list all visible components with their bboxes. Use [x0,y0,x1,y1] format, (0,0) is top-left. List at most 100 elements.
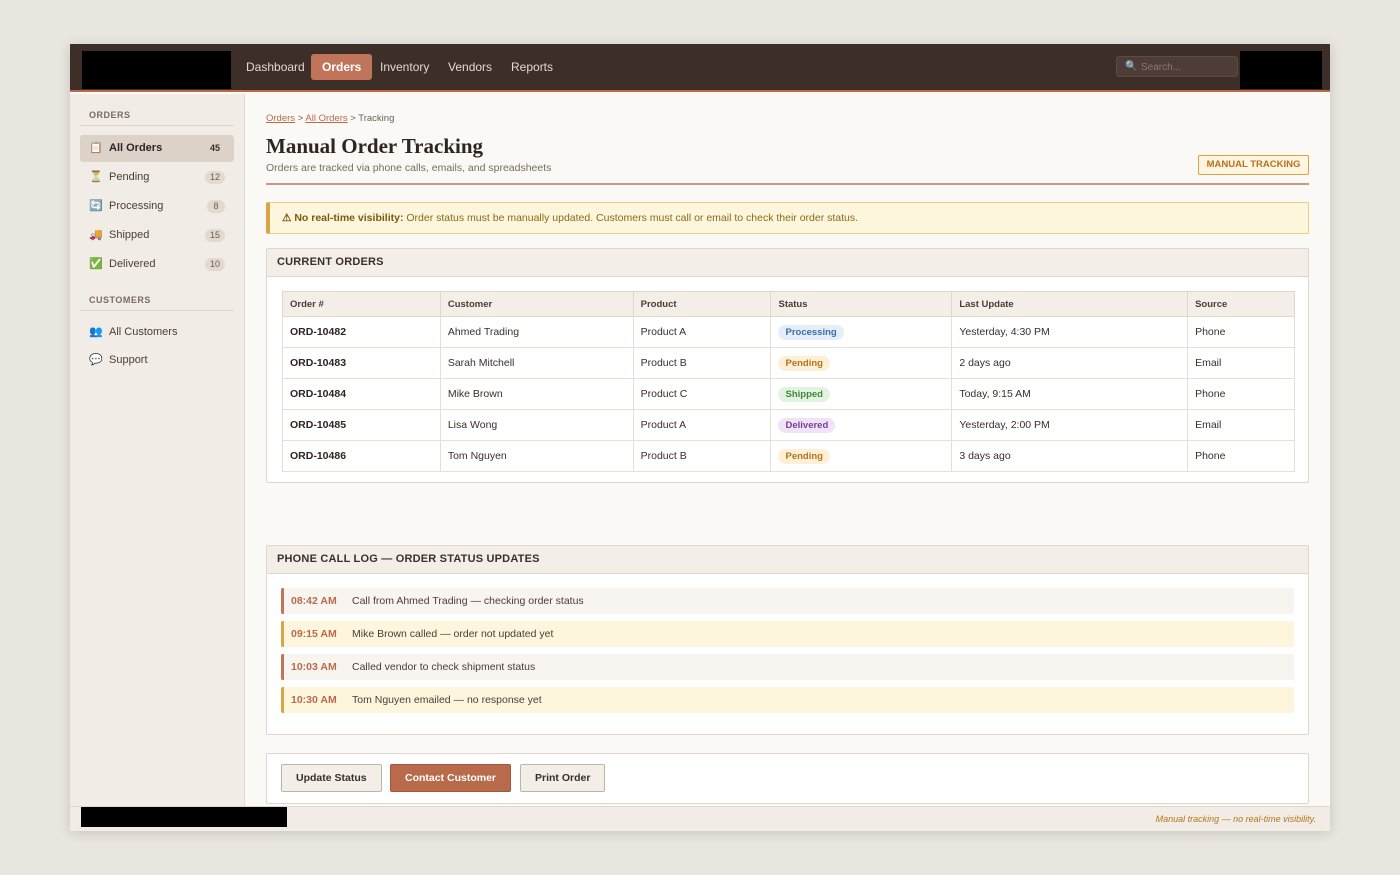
order-number[interactable]: ORD-10486 [282,440,441,472]
table-row[interactable]: ORD-10486 Tom Nguyen Product B Pending 3… [282,440,1295,472]
table-row[interactable]: ORD-10484 Mike Brown Product C Shipped T… [282,378,1295,410]
sidebar-item-processing[interactable]: 🔄 Processing 8 [80,193,234,220]
order-number[interactable]: ORD-10482 [282,316,441,348]
nav-inventory[interactable]: Inventory [369,54,440,80]
customer-cell: Lisa Wong [439,409,634,441]
redacted-footer-text [81,807,287,827]
status-badge: Pending [778,448,830,464]
table-row[interactable]: ORD-10485 Lisa Wong Product A Delivered … [282,409,1295,441]
sidebar-divider [80,125,234,126]
title-divider [266,183,1309,185]
sidebar-item-shipped[interactable]: 🚚 Shipped 15 [80,222,234,249]
source-cell: Email [1187,347,1295,379]
source-cell: Phone [1187,316,1295,348]
sidebar-item-pending[interactable]: ⏳ Pending 12 [80,164,234,191]
search-input[interactable] [1141,60,1233,74]
warning-text: Order status must be manually updated. C… [403,212,859,224]
order-number[interactable]: ORD-10485 [282,409,441,441]
column-header[interactable]: Customer [439,291,634,317]
status-badge: Pending [778,355,830,371]
source-cell: Phone [1187,440,1295,472]
log-time: 08:42 AM [291,595,337,607]
last-update-cell: 3 days ago [951,440,1189,472]
actions-panel: Update Status Contact Customer Print Ord… [266,753,1309,804]
column-header[interactable]: Order # [282,291,441,317]
breadcrumb-all-orders-link[interactable]: All Orders [305,113,347,124]
warning-title: ⚠ No real-time visibility: [282,212,404,224]
status-cell: Processing [770,316,953,348]
last-update-cell: Yesterday, 4:30 PM [951,316,1189,348]
top-navigation-bar: Dashboard Orders Inventory Vendors Repor… [70,44,1330,92]
check-box-icon: ✅ [89,258,103,270]
footer-note: Manual tracking — no real-time visibilit… [1155,814,1316,824]
status-cell: Shipped [770,378,953,410]
log-time: 10:30 AM [291,694,337,706]
sidebar-item-all-customers[interactable]: 👥 All Customers [80,319,234,346]
sidebar-item-count: 10 [204,258,225,271]
customer-cell: Sarah Mitchell [439,347,634,379]
update-status-button[interactable]: Update Status [281,764,382,792]
order-number[interactable]: ORD-10483 [282,347,441,379]
sidebar-item-delivered[interactable]: ✅ Delivered 10 [80,251,234,278]
clipboard-icon: 📋 [89,142,103,154]
product-cell: Product A [632,316,772,348]
log-time: 10:03 AM [291,661,337,673]
sidebar-item-label: Delivered [109,258,156,270]
sidebar-heading-orders: ORDERS [89,110,131,120]
sidebar-item-label: Processing [109,200,164,212]
breadcrumb-separator: > [297,113,304,124]
hourglass-icon: ⏳ [89,171,103,183]
log-entry: 10:30 AM Tom Nguyen emailed — no respons… [281,687,1294,713]
log-message: Called vendor to check shipment status [352,661,536,673]
table-row[interactable]: ORD-10482 Ahmed Trading Product A Proces… [282,316,1295,348]
status-badge: Shipped [778,386,830,402]
log-message: Call from Ahmed Trading — checking order… [352,595,584,607]
product-cell: Product B [632,440,772,472]
panel-title: PHONE CALL LOG — ORDER STATUS UPDATES [267,546,1308,574]
column-header[interactable]: Source [1187,291,1295,317]
breadcrumb: Orders > All Orders > Tracking [266,113,394,124]
search-box[interactable]: 🔍 [1116,56,1238,77]
table-row[interactable]: ORD-10483 Sarah Mitchell Product B Pendi… [282,347,1295,379]
manual-tracking-badge: MANUAL TRACKING [1198,155,1309,175]
nav-orders[interactable]: Orders [311,54,373,80]
last-update-cell: 2 days ago [951,347,1189,379]
nav-vendors[interactable]: Vendors [437,54,503,80]
breadcrumb-orders-link[interactable]: Orders [266,113,295,124]
breadcrumb-current: Tracking [358,113,395,124]
panel-title: CURRENT ORDERS [267,249,1308,277]
order-number[interactable]: ORD-10484 [282,378,441,410]
log-entry: 10:03 AM Called vendor to check shipment… [281,654,1294,680]
phone-call-log-panel: PHONE CALL LOG — ORDER STATUS UPDATES 08… [266,545,1309,735]
product-cell: Product B [632,347,772,379]
print-order-button[interactable]: Print Order [520,764,606,792]
users-icon: 👥 [89,326,103,338]
sidebar-item-all-orders[interactable]: 📋 All Orders 45 [80,135,234,162]
sidebar-item-count: 15 [204,229,225,242]
status-cell: Pending [770,440,953,472]
customer-cell: Mike Brown [439,378,634,410]
truck-icon: 🚚 [89,229,103,241]
breadcrumb-separator: > [350,113,356,124]
sidebar-item-label: All Orders [109,142,163,154]
sidebar-divider [80,310,234,311]
product-cell: Product A [632,409,772,441]
contact-customer-button[interactable]: Contact Customer [390,764,512,792]
nav-dashboard[interactable]: Dashboard [235,54,316,80]
column-header[interactable]: Status [770,291,953,317]
sidebar-item-support[interactable]: 💬 Support [80,347,234,374]
warning-banner: ⚠ No real-time visibility: Order status … [266,202,1309,234]
page-title: Manual Order Tracking [266,134,484,158]
status-badge: Delivered [778,417,836,433]
table-header-row: Order # Customer Product Status Last Upd… [282,291,1295,317]
sidebar-item-label: All Customers [109,326,178,338]
column-header[interactable]: Last Update [951,291,1189,317]
nav-reports[interactable]: Reports [500,54,564,80]
customer-cell: Tom Nguyen [439,440,634,472]
log-entry: 09:15 AM Mike Brown called — order not u… [281,621,1294,647]
column-header[interactable]: Product [632,291,772,317]
sidebar-item-label: Support [109,354,148,366]
log-message: Tom Nguyen emailed — no response yet [352,694,542,706]
refresh-icon: 🔄 [89,200,103,212]
sidebar-item-count: 8 [207,200,225,213]
